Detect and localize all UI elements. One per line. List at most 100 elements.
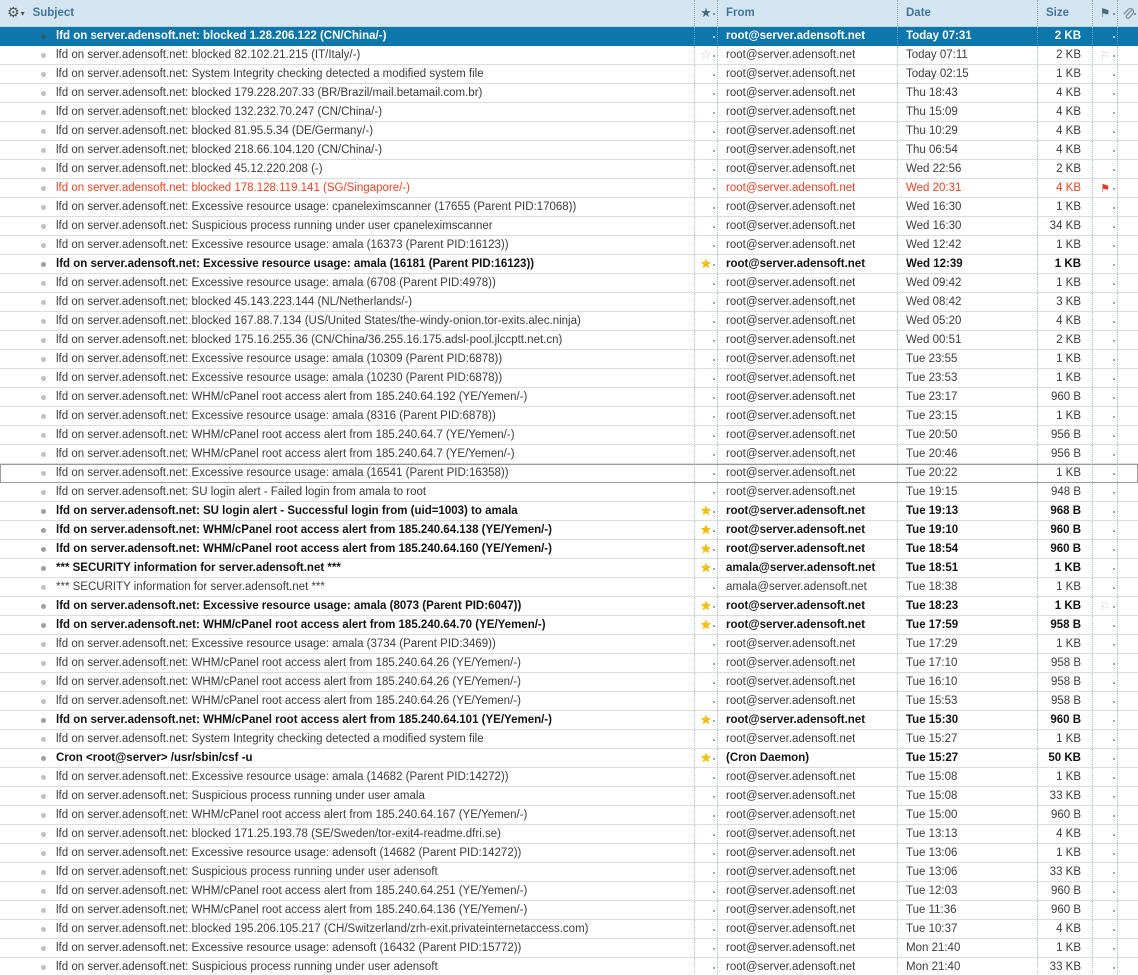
star-toggle[interactable]	[694, 939, 717, 957]
star-toggle[interactable]: ★	[694, 616, 717, 634]
message-row[interactable]: lfd on server.adensoft.net: WHM/cPanel r…	[0, 540, 1138, 559]
message-row[interactable]: lfd on server.adensoft.net: blocked 167.…	[0, 312, 1138, 331]
flag-cell[interactable]	[1092, 787, 1117, 805]
flag-cell[interactable]	[1092, 388, 1117, 406]
star-toggle[interactable]: ☆	[694, 46, 717, 64]
column-header-date[interactable]: Date	[897, 0, 1037, 26]
star-toggle[interactable]	[694, 464, 717, 482]
flag-cell[interactable]	[1092, 293, 1117, 311]
message-row[interactable]: lfd on server.adensoft.net: Excessive re…	[0, 464, 1138, 483]
message-row[interactable]: lfd on server.adensoft.net: WHM/cPanel r…	[0, 654, 1138, 673]
star-toggle[interactable]: ★	[694, 255, 717, 273]
column-header-flag[interactable]: ⚑	[1092, 0, 1117, 26]
star-toggle[interactable]	[694, 730, 717, 748]
star-toggle[interactable]	[694, 122, 717, 140]
flag-cell[interactable]	[1092, 692, 1117, 710]
message-row[interactable]: lfd on server.adensoft.net: Excessive re…	[0, 255, 1138, 274]
flag-cell[interactable]	[1092, 122, 1117, 140]
message-row[interactable]: lfd on server.adensoft.net: blocked 45.1…	[0, 160, 1138, 179]
star-toggle[interactable]: ★	[694, 521, 717, 539]
star-toggle[interactable]	[694, 654, 717, 672]
flag-cell[interactable]	[1092, 806, 1117, 824]
star-toggle[interactable]	[694, 84, 717, 102]
star-toggle[interactable]	[694, 844, 717, 862]
message-row[interactable]: lfd on server.adensoft.net: Excessive re…	[0, 768, 1138, 787]
flag-cell[interactable]	[1092, 103, 1117, 121]
star-toggle[interactable]	[694, 483, 717, 501]
column-header-from[interactable]: From	[717, 0, 897, 26]
message-row[interactable]: lfd on server.adensoft.net: blocked 195.…	[0, 920, 1138, 939]
flag-cell[interactable]	[1092, 578, 1117, 596]
star-toggle[interactable]	[694, 787, 717, 805]
message-row[interactable]: lfd on server.adensoft.net: Excessive re…	[0, 236, 1138, 255]
flag-cell[interactable]	[1092, 673, 1117, 691]
message-row[interactable]: lfd on server.adensoft.net: blocked 1.28…	[0, 27, 1138, 46]
star-toggle[interactable]	[694, 217, 717, 235]
message-row[interactable]: lfd on server.adensoft.net: Excessive re…	[0, 939, 1138, 958]
flag-cell[interactable]	[1092, 635, 1117, 653]
star-toggle[interactable]	[694, 673, 717, 691]
flag-cell[interactable]	[1092, 312, 1117, 330]
star-toggle[interactable]	[694, 768, 717, 786]
message-row[interactable]: lfd on server.adensoft.net: WHM/cPanel r…	[0, 616, 1138, 635]
star-toggle[interactable]	[694, 103, 717, 121]
message-row[interactable]: lfd on server.adensoft.net: blocked 82.1…	[0, 46, 1138, 65]
message-row[interactable]: lfd on server.adensoft.net: WHM/cPanel r…	[0, 426, 1138, 445]
message-row[interactable]: lfd on server.adensoft.net: WHM/cPanel r…	[0, 882, 1138, 901]
star-toggle[interactable]	[694, 578, 717, 596]
star-toggle[interactable]	[694, 863, 717, 881]
message-row[interactable]: lfd on server.adensoft.net: WHM/cPanel r…	[0, 806, 1138, 825]
message-row[interactable]: lfd on server.adensoft.net: Suspicious p…	[0, 863, 1138, 882]
message-row[interactable]: lfd on server.adensoft.net: System Integ…	[0, 65, 1138, 84]
star-toggle[interactable]: ★	[694, 540, 717, 558]
message-row[interactable]: lfd on server.adensoft.net: Excessive re…	[0, 844, 1138, 863]
flag-cell[interactable]	[1092, 274, 1117, 292]
flag-cell[interactable]	[1092, 141, 1117, 159]
flag-cell[interactable]	[1092, 236, 1117, 254]
star-toggle[interactable]: ★	[694, 749, 717, 767]
column-header-subject[interactable]: ⚙ ▾ Subject	[0, 0, 694, 26]
star-toggle[interactable]	[694, 293, 717, 311]
list-options-button[interactable]: ⚙ ▾	[0, 6, 25, 20]
flag-cell[interactable]	[1092, 84, 1117, 102]
star-toggle[interactable]	[694, 692, 717, 710]
message-row[interactable]: lfd on server.adensoft.net: SU login ale…	[0, 502, 1138, 521]
message-row[interactable]: lfd on server.adensoft.net: Suspicious p…	[0, 787, 1138, 806]
flag-cell[interactable]	[1092, 559, 1117, 577]
message-row[interactable]: lfd on server.adensoft.net: blocked 179.…	[0, 84, 1138, 103]
star-toggle[interactable]	[694, 350, 717, 368]
message-row[interactable]: lfd on server.adensoft.net: WHM/cPanel r…	[0, 901, 1138, 920]
star-toggle[interactable]	[694, 141, 717, 159]
flag-cell[interactable]	[1092, 350, 1117, 368]
flag-cell[interactable]	[1092, 768, 1117, 786]
flag-cell[interactable]	[1092, 502, 1117, 520]
flag-cell[interactable]	[1092, 464, 1117, 482]
message-row[interactable]: lfd on server.adensoft.net: blocked 81.9…	[0, 122, 1138, 141]
star-toggle[interactable]	[694, 407, 717, 425]
flag-cell[interactable]	[1092, 255, 1117, 273]
flag-cell[interactable]	[1092, 407, 1117, 425]
star-toggle[interactable]	[694, 198, 717, 216]
flag-cell[interactable]	[1092, 882, 1117, 900]
star-toggle[interactable]	[694, 65, 717, 83]
message-row[interactable]: lfd on server.adensoft.net: Excessive re…	[0, 274, 1138, 293]
column-header-star[interactable]: ★	[694, 0, 717, 26]
star-toggle[interactable]	[694, 901, 717, 919]
message-row[interactable]: lfd on server.adensoft.net: blocked 178.…	[0, 179, 1138, 198]
star-toggle[interactable]: ★	[694, 711, 717, 729]
star-toggle[interactable]	[694, 426, 717, 444]
message-row[interactable]: lfd on server.adensoft.net: Excessive re…	[0, 635, 1138, 654]
flag-cell[interactable]	[1092, 445, 1117, 463]
flag-cell[interactable]	[1092, 27, 1117, 45]
flag-cell[interactable]	[1092, 749, 1117, 767]
star-toggle[interactable]	[694, 274, 717, 292]
message-row[interactable]: lfd on server.adensoft.net: WHM/cPanel r…	[0, 673, 1138, 692]
star-toggle[interactable]	[694, 920, 717, 938]
star-toggle[interactable]: ★	[694, 559, 717, 577]
flag-cell[interactable]	[1092, 863, 1117, 881]
message-row[interactable]: Cron <root@server> /usr/sbin/csf -u ★ (C…	[0, 749, 1138, 768]
flag-cell[interactable]	[1092, 825, 1117, 843]
message-row[interactable]: lfd on server.adensoft.net: WHM/cPanel r…	[0, 388, 1138, 407]
flag-cell[interactable]	[1092, 540, 1117, 558]
message-row[interactable]: lfd on server.adensoft.net: WHM/cPanel r…	[0, 692, 1138, 711]
